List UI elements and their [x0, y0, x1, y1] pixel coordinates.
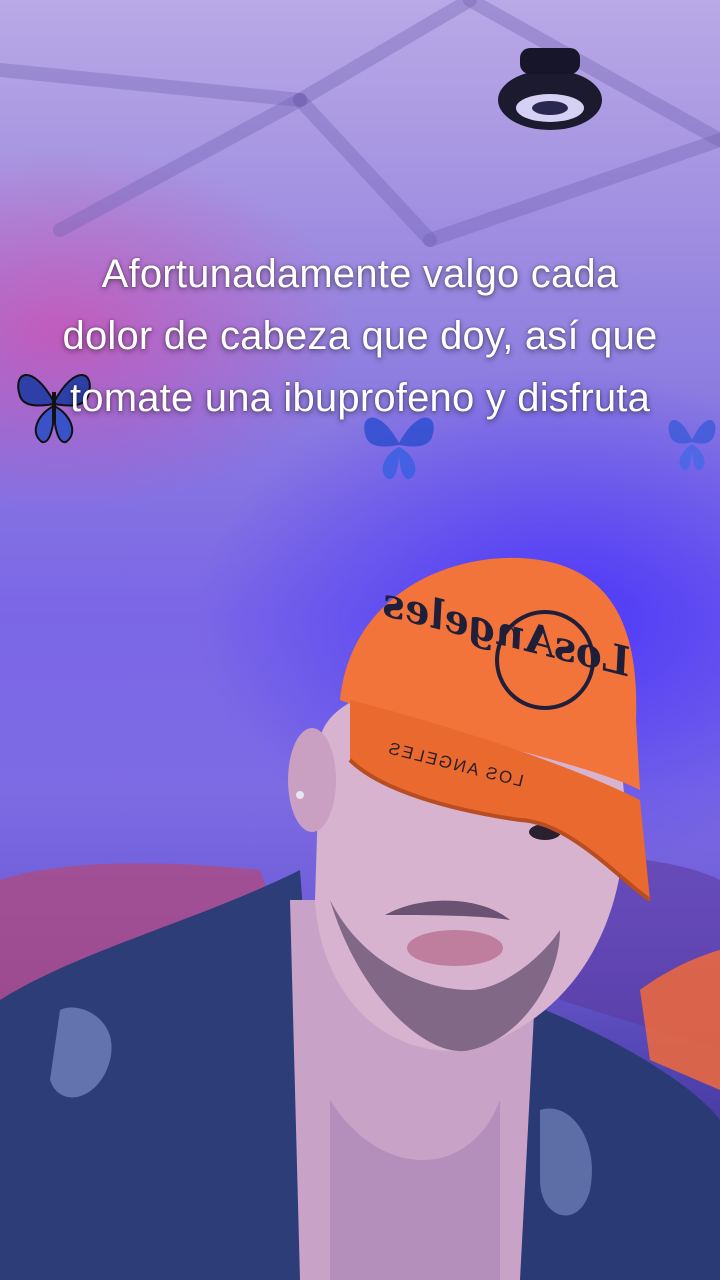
- caption-text: Afortunadamente valgo cada dolor de cabe…: [62, 252, 658, 420]
- video-frame: LosAngeles LOS ANGELES Afortunadamente v…: [0, 0, 720, 1280]
